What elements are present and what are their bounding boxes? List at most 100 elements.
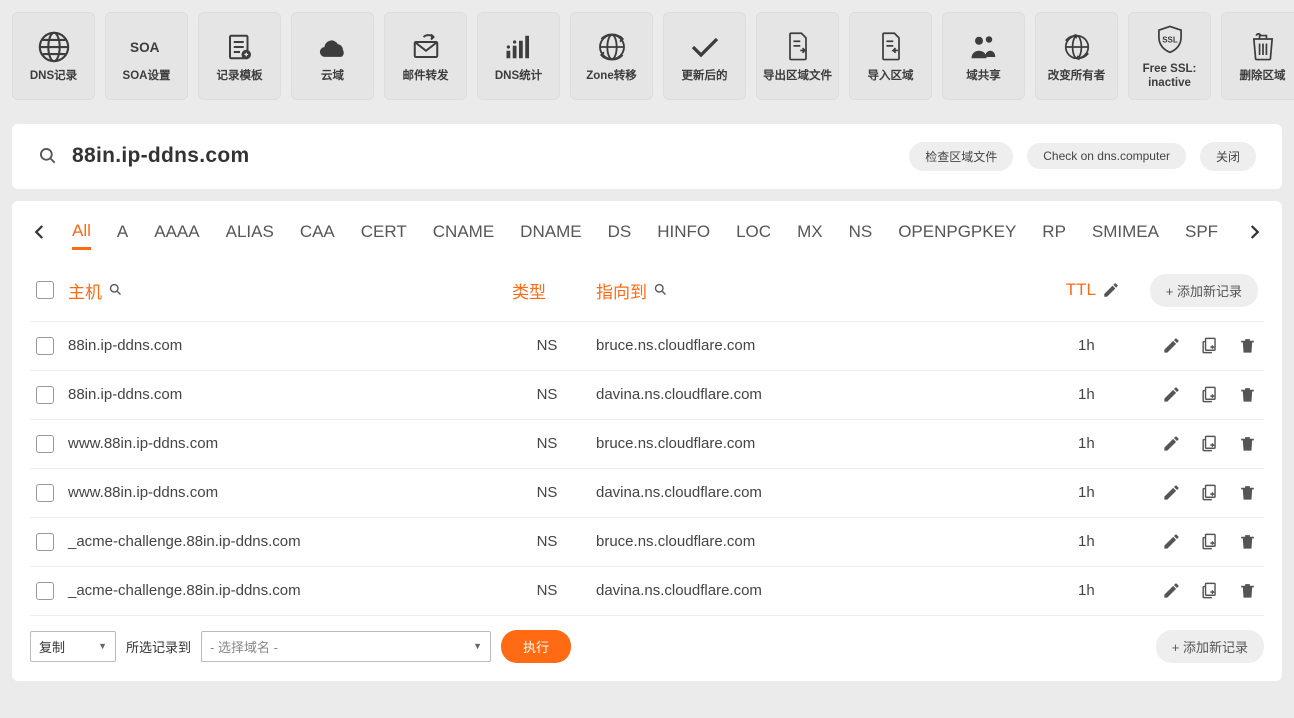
tabs-prev-icon[interactable] [30, 223, 50, 241]
toolbar-label: 删除区域 [1240, 70, 1286, 84]
check-zone-button[interactable]: 检查区域文件 [909, 142, 1013, 171]
delete-icon[interactable] [1238, 483, 1258, 503]
delete-icon[interactable] [1238, 434, 1258, 454]
table-row: 88in.ip-ddns.comNSbruce.ns.cloudflare.co… [30, 322, 1264, 371]
row-actions [1162, 532, 1258, 552]
tab-a[interactable]: A [117, 216, 128, 248]
domain-select[interactable]: - 选择域名 - ▼ [201, 631, 491, 662]
toolbar-free-ssl[interactable]: SSLFree SSL: inactive [1128, 12, 1211, 100]
toolbar-record-templates[interactable]: 记录模板 [198, 12, 281, 100]
cell-points: davina.ns.cloudflare.com [596, 386, 1064, 403]
delete-icon[interactable] [1238, 581, 1258, 601]
col-type[interactable]: 类型 [512, 278, 582, 303]
edit-icon[interactable] [1162, 434, 1182, 454]
toolbar-zone-transfer[interactable]: Zone转移 [570, 12, 653, 100]
delete-icon[interactable] [1238, 336, 1258, 356]
records-to-label: 所选记录到 [126, 637, 191, 656]
bulk-action-bar: 复制 ▼ 所选记录到 - 选择域名 - ▼ 执行 + 添加新记录 [30, 630, 1264, 663]
toolbar-label: 云域 [321, 70, 344, 84]
tab-ds[interactable]: DS [608, 216, 632, 248]
check-dns-button[interactable]: Check on dns.computer [1027, 143, 1186, 169]
toolbar-mail-forward[interactable]: 邮件转发 [384, 12, 467, 100]
close-button[interactable]: 关闭 [1200, 142, 1256, 171]
cell-host: www.88in.ip-ddns.com [68, 435, 498, 452]
toolbar-dns-records[interactable]: DNS记录 [12, 12, 95, 100]
col-host[interactable]: 主机 [68, 278, 498, 303]
row-checkbox[interactable] [36, 582, 54, 600]
copy-icon[interactable] [1200, 336, 1220, 356]
toolbar-cloud-domain[interactable]: 云域 [291, 12, 374, 100]
toolbar-label: 改变所有者 [1048, 70, 1106, 84]
bulk-action-select[interactable]: 复制 ▼ [30, 631, 116, 662]
tabs-next-icon[interactable] [1244, 223, 1264, 241]
row-checkbox[interactable] [36, 337, 54, 355]
col-points[interactable]: 指向到 [596, 278, 1052, 303]
tab-mx[interactable]: MX [797, 216, 823, 248]
copy-icon[interactable] [1200, 532, 1220, 552]
table-row: _acme-challenge.88in.ip-ddns.comNSdavina… [30, 567, 1264, 616]
tab-cert[interactable]: CERT [361, 216, 407, 248]
svg-text:SSL: SSL [1162, 35, 1178, 44]
cell-ttl: 1h [1078, 386, 1148, 403]
tab-caa[interactable]: CAA [300, 216, 335, 248]
tab-cname[interactable]: CNAME [433, 216, 494, 248]
cell-points: davina.ns.cloudflare.com [596, 582, 1064, 599]
copy-icon[interactable] [1200, 581, 1220, 601]
toolbar-soa-settings[interactable]: SOA SOA设置 [105, 12, 188, 100]
add-record-button-top[interactable]: + 添加新记录 [1150, 274, 1258, 307]
edit-icon[interactable] [1162, 581, 1182, 601]
tab-hinfo[interactable]: HINFO [657, 216, 710, 248]
tab-smimea[interactable]: SMIMEA [1092, 216, 1159, 248]
table-row: _acme-challenge.88in.ip-ddns.comNSbruce.… [30, 518, 1264, 567]
svg-text:SOA: SOA [130, 40, 160, 55]
tab-spf[interactable]: SPF [1185, 216, 1218, 248]
add-record-button-bottom[interactable]: + 添加新记录 [1156, 630, 1264, 663]
edit-icon[interactable] [1162, 385, 1182, 405]
table-header: 主机 类型 指向到 TTL + 添加新记录 [30, 260, 1264, 322]
edit-icon[interactable] [1162, 336, 1182, 356]
search-icon [38, 146, 58, 166]
domain-bar: 88in.ip-ddns.com 检查区域文件 Check on dns.com… [12, 124, 1282, 189]
copy-icon[interactable] [1200, 385, 1220, 405]
tab-loc[interactable]: LOC [736, 216, 771, 248]
tab-rp[interactable]: RP [1042, 216, 1066, 248]
tab-dname[interactable]: DNAME [520, 216, 581, 248]
copy-icon[interactable] [1200, 434, 1220, 454]
toolbar-label: DNS统计 [495, 70, 542, 84]
edit-icon[interactable] [1162, 483, 1182, 503]
delete-icon[interactable] [1238, 532, 1258, 552]
col-ttl[interactable]: TTL [1066, 280, 1136, 300]
row-actions [1162, 434, 1258, 454]
delete-icon[interactable] [1238, 385, 1258, 405]
search-points-icon[interactable] [653, 282, 669, 298]
row-actions [1162, 483, 1258, 503]
edit-ttl-icon[interactable] [1102, 281, 1120, 299]
execute-button[interactable]: 执行 [501, 630, 571, 663]
toolbar-after-update[interactable]: 更新后的 [663, 12, 746, 100]
edit-icon[interactable] [1162, 532, 1182, 552]
toolbar-import-zone[interactable]: 导入区域 [849, 12, 932, 100]
toolbar-change-owner[interactable]: 改变所有者 [1035, 12, 1118, 100]
cell-host: _acme-challenge.88in.ip-ddns.com [68, 582, 498, 599]
mail-forward-icon [409, 30, 443, 64]
toolbar-export-zone[interactable]: 导出区域文件 [756, 12, 839, 100]
row-checkbox[interactable] [36, 533, 54, 551]
select-all-checkbox[interactable] [36, 281, 54, 299]
tab-openpgpkey[interactable]: OPENPGPKEY [898, 216, 1016, 248]
toolbar-domain-share[interactable]: 域共享 [942, 12, 1025, 100]
tab-all[interactable]: All [72, 215, 91, 250]
tab-alias[interactable]: ALIAS [226, 216, 274, 248]
row-checkbox[interactable] [36, 435, 54, 453]
row-checkbox[interactable] [36, 386, 54, 404]
domain-share-icon [967, 30, 1001, 64]
toolbar-label: SOA设置 [123, 70, 171, 84]
row-actions [1162, 385, 1258, 405]
toolbar-delete-zone[interactable]: 删除区域 [1221, 12, 1294, 100]
cell-ttl: 1h [1078, 533, 1148, 550]
search-host-icon[interactable] [108, 282, 124, 298]
copy-icon[interactable] [1200, 483, 1220, 503]
tab-ns[interactable]: NS [849, 216, 873, 248]
toolbar-dns-stats[interactable]: DNS统计 [477, 12, 560, 100]
row-checkbox[interactable] [36, 484, 54, 502]
tab-aaaa[interactable]: AAAA [154, 216, 199, 248]
